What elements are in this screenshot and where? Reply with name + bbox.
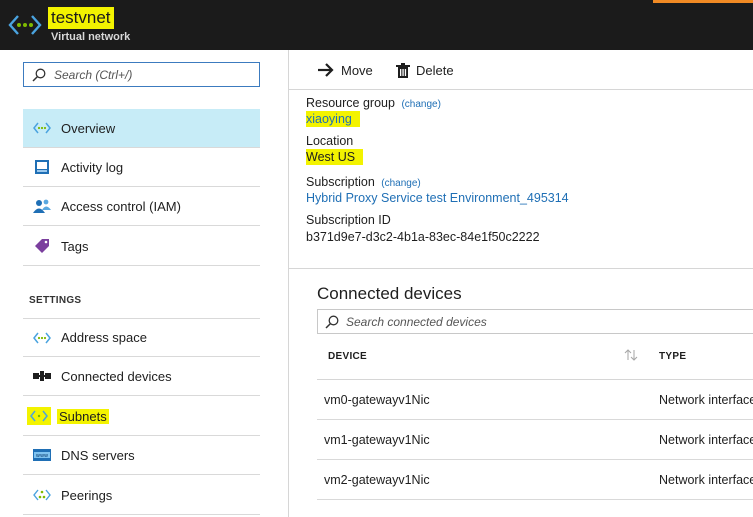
nav-divider [288, 50, 289, 517]
resource-group-label: Resource group [306, 96, 395, 110]
nav-item-connected-devices[interactable]: Connected devices [23, 357, 260, 396]
resource-group-change-link[interactable]: (change) [401, 99, 440, 110]
settings-heading: SETTINGS [29, 295, 82, 306]
table-row[interactable]: vm1-gatewayv1Nic Network interface [317, 420, 753, 460]
subscription-id-value-wrap: b371d9e7-d3c2-4b1a-83ec-84e1f50c2222 [306, 230, 540, 244]
table-row[interactable]: vm2-gatewayv1Nic Network interface [317, 460, 753, 500]
nav-item-label: Activity log [61, 159, 124, 175]
location-value: West US [306, 149, 364, 165]
delete-label: Delete [416, 62, 454, 78]
command-bar: Move Delete [289, 50, 753, 90]
svg-text:www: www [36, 453, 48, 459]
location-label: Location [306, 134, 354, 148]
trash-icon [396, 62, 410, 78]
device-cell: vm2-gatewayv1Nic [324, 473, 430, 487]
nav-item-activity-log[interactable]: Activity log [23, 148, 260, 187]
delete-button[interactable]: Delete [396, 60, 454, 80]
subscription-value-link[interactable]: Hybrid Proxy Service test Environment_49… [306, 191, 569, 205]
resource-group-field: Resource group (change) [306, 96, 441, 110]
page-title: testvnet [51, 8, 111, 27]
type-cell: Network interface [659, 473, 753, 487]
subscription-field: Subscription (change) [306, 175, 421, 189]
table-row[interactable]: vm0-gatewayv1Nic Network interface [317, 380, 753, 420]
subscription-change-link[interactable]: (change) [381, 178, 420, 189]
page-subtitle: Virtual network [51, 31, 131, 43]
subscription-id-label: Subscription ID [306, 213, 391, 227]
iam-icon [33, 197, 51, 215]
vnet-icon [33, 119, 51, 137]
nav-item-address-space[interactable]: Address space [23, 318, 260, 357]
devices-search-input[interactable] [346, 312, 746, 331]
connected-devices-icon [33, 367, 51, 385]
nav-item-access-control[interactable]: Access control (IAM) [23, 187, 260, 226]
location-field: Location [306, 134, 353, 148]
title-highlight: testvnet [48, 7, 114, 29]
nav-item-overview[interactable]: Overview [23, 109, 260, 148]
section-divider [289, 268, 753, 269]
type-cell: Network interface [659, 433, 753, 447]
nav-item-label: Peerings [61, 487, 113, 503]
nav-item-tags[interactable]: Tags [23, 227, 260, 266]
blade-header: testvnet Virtual network [0, 0, 753, 50]
devices-search-box[interactable] [317, 309, 753, 334]
nav-item-label: DNS servers [61, 447, 135, 463]
connected-devices-title: Connected devices [317, 284, 462, 303]
resource-group-value-wrap: xiaoying [306, 111, 360, 127]
type-cell: Network interface [659, 393, 753, 407]
move-label: Move [341, 62, 373, 78]
search-icon [32, 68, 46, 82]
activity-log-icon [33, 158, 51, 176]
column-header-device[interactable]: DEVICE [328, 351, 367, 362]
resource-group-value[interactable]: xiaoying [306, 111, 360, 127]
vnet-icon [8, 15, 42, 35]
accent-bar [653, 0, 753, 3]
nav-item-label: Overview [61, 120, 116, 136]
tag-icon [33, 237, 51, 255]
nav-item-dns-servers[interactable]: www DNS servers [23, 436, 260, 475]
subscription-id-value: b371d9e7-d3c2-4b1a-83ec-84e1f50c2222 [306, 230, 540, 244]
nav-item-label: Access control (IAM) [61, 198, 181, 214]
nav-item-subnets[interactable]: Subnets [23, 397, 260, 436]
subscription-value-wrap: Hybrid Proxy Service test Environment_49… [306, 191, 569, 205]
dns-icon: www [33, 446, 51, 464]
nav-item-label: Subnets [57, 408, 109, 424]
nav-item-label: Tags [61, 238, 89, 254]
menu-search-box[interactable] [23, 62, 260, 87]
column-header-type[interactable]: TYPE [659, 351, 686, 362]
move-button[interactable]: Move [317, 60, 373, 80]
vnet-icon [33, 329, 51, 347]
arrow-right-icon [318, 63, 334, 77]
nav-item-peerings[interactable]: Peerings [23, 476, 260, 515]
peering-icon [33, 486, 51, 504]
subnet-icon [27, 407, 51, 425]
nav-item-label: Connected devices [61, 368, 172, 384]
device-cell: vm0-gatewayv1Nic [324, 393, 430, 407]
search-icon [325, 315, 339, 329]
nav-item-label: Address space [61, 330, 147, 345]
subscription-id-field: Subscription ID [306, 213, 391, 227]
subscription-label: Subscription [306, 175, 375, 189]
sort-icon[interactable] [624, 349, 638, 361]
menu-search-input[interactable] [54, 65, 254, 84]
device-cell: vm1-gatewayv1Nic [324, 433, 430, 447]
location-value-wrap: West US [306, 149, 364, 165]
